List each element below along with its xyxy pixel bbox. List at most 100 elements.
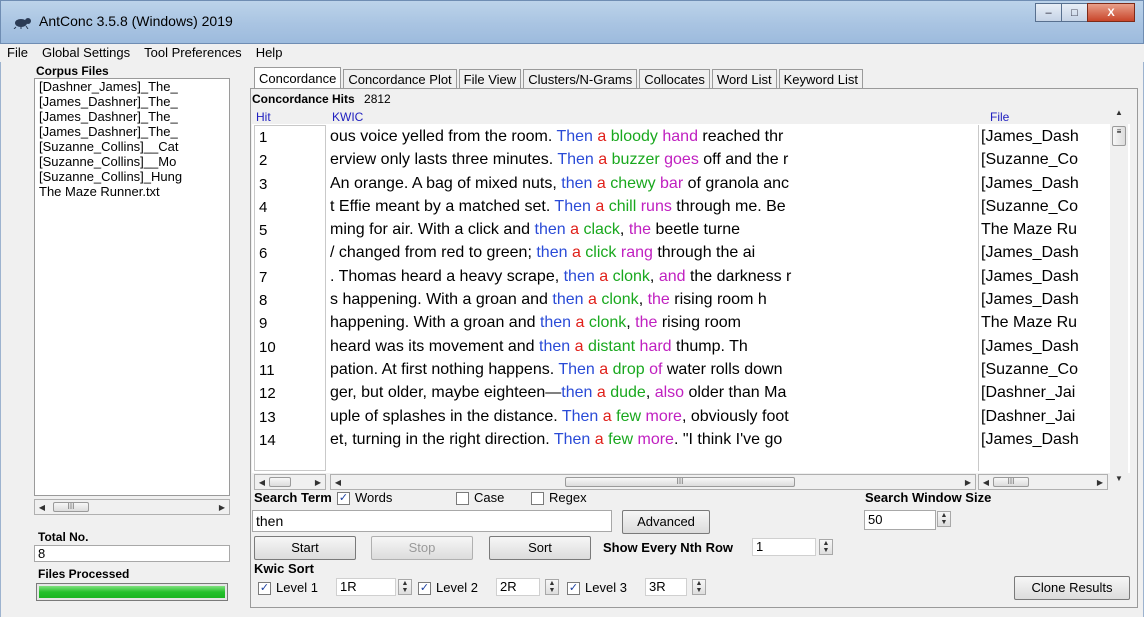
start-button[interactable]: Start — [254, 536, 356, 560]
kwic-line[interactable]: heard was its movement and then a distan… — [330, 335, 976, 358]
kwic-column[interactable]: ous voice yelled from the room. Then a b… — [330, 125, 976, 471]
scroll-left-arrow-icon[interactable]: ◀ — [331, 478, 345, 487]
file-name-cell[interactable]: The Maze Ru — [979, 311, 1108, 334]
column-header-file[interactable]: File — [990, 110, 1009, 124]
file-name-cell[interactable]: [James_Dash — [979, 335, 1108, 358]
file-name-cell[interactable]: [James_Dash — [979, 241, 1108, 264]
scrollbar-thumb[interactable]: III — [565, 477, 795, 487]
corpus-file-item[interactable]: [Dashner_James]_The_ — [35, 79, 229, 94]
file-column-scrollbar[interactable]: ◀ III ▶ — [978, 474, 1108, 490]
sort-button[interactable]: Sort — [489, 536, 591, 560]
hit-number[interactable]: 1 — [255, 126, 325, 149]
kwic-column-scrollbar[interactable]: ◀ III ▶ — [330, 474, 976, 490]
kwic-line[interactable]: . Thomas heard a heavy scrape, then a cl… — [330, 265, 976, 288]
nth-row-input[interactable]: 1 — [752, 538, 816, 556]
level-2-checkbox[interactable]: ✓ — [418, 582, 431, 595]
scroll-right-arrow-icon[interactable]: ▶ — [215, 503, 229, 512]
hit-number[interactable]: 11 — [255, 359, 325, 382]
kwic-line[interactable]: uple of splashes in the distance. Then a… — [330, 405, 976, 428]
file-name-cell[interactable]: [James_Dash — [979, 428, 1108, 451]
window-size-spinner-icon[interactable]: ▲ ▼ — [937, 511, 951, 527]
corpus-file-item[interactable]: [Suzanne_Collins]_Hung — [35, 169, 229, 184]
words-checkbox[interactable]: ✓ — [337, 492, 350, 505]
level-1-value[interactable]: 1R — [336, 578, 396, 596]
scroll-right-arrow-icon[interactable]: ▶ — [1093, 478, 1107, 487]
hit-number[interactable]: 8 — [255, 289, 325, 312]
corpus-file-item[interactable]: [Suzanne_Collins]__Cat — [35, 139, 229, 154]
level-1-checkbox[interactable]: ✓ — [258, 582, 271, 595]
file-name-cell[interactable]: [Dashner_Jai — [979, 405, 1108, 428]
corpus-file-item[interactable]: [James_Dashner]_The_ — [35, 109, 229, 124]
column-header-hit[interactable]: Hit — [256, 110, 271, 124]
file-name-cell[interactable]: [James_Dash — [979, 125, 1108, 148]
scroll-left-arrow-icon[interactable]: ◀ — [35, 503, 49, 512]
scroll-up-arrow-icon[interactable]: ▲ — [1110, 108, 1128, 124]
corpus-file-list[interactable]: [Dashner_James]_The_ [James_Dashner]_The… — [34, 78, 230, 496]
clone-results-button[interactable]: Clone Results — [1014, 576, 1130, 600]
file-name-cell[interactable]: [Suzanne_Co — [979, 195, 1108, 218]
hit-number[interactable]: 14 — [255, 429, 325, 452]
hit-number-column[interactable]: 1 2 3 4 5 6 7 8 9 10 11 12 13 14 — [254, 125, 326, 471]
search-term-input[interactable]: then — [252, 510, 612, 532]
file-name-cell[interactable]: [Dashner_Jai — [979, 381, 1108, 404]
scrollbar-thumb[interactable] — [269, 477, 291, 487]
minimize-button[interactable]: – — [1035, 3, 1062, 22]
corpus-file-item[interactable]: [James_Dashner]_The_ — [35, 124, 229, 139]
tab-word-list[interactable]: Word List — [711, 69, 777, 89]
corpus-file-item[interactable]: The Maze Runner.txt — [35, 184, 229, 199]
file-name-cell[interactable]: [James_Dash — [979, 288, 1108, 311]
stop-button[interactable]: Stop — [371, 536, 473, 560]
kwic-line[interactable]: et, turning in the right direction. Then… — [330, 428, 976, 451]
scrollbar-thumb[interactable]: ≡ — [1112, 126, 1126, 146]
level-3-value[interactable]: 3R — [645, 578, 687, 596]
nth-row-spinner-icon[interactable]: ▲ ▼ — [819, 539, 833, 555]
hit-number[interactable]: 3 — [255, 173, 325, 196]
file-name-cell[interactable]: [Suzanne_Co — [979, 358, 1108, 381]
level-2-value[interactable]: 2R — [496, 578, 540, 596]
case-checkbox[interactable] — [456, 492, 469, 505]
file-column[interactable]: [James_Dash [Suzanne_Co [James_Dash [Suzann… — [978, 125, 1108, 471]
corpus-file-item[interactable]: [James_Dashner]_The_ — [35, 94, 229, 109]
scroll-left-arrow-icon[interactable]: ◀ — [255, 478, 269, 487]
kwic-line[interactable]: ming for air. With a click and then a cl… — [330, 218, 976, 241]
menu-help[interactable]: Help — [249, 44, 290, 62]
level-3-checkbox[interactable]: ✓ — [567, 582, 580, 595]
hit-column-scrollbar[interactable]: ◀ ▶ — [254, 474, 326, 490]
kwic-line[interactable]: ous voice yelled from the room. Then a b… — [330, 125, 976, 148]
tab-file-view[interactable]: File View — [458, 69, 522, 89]
search-window-size-input[interactable]: 50 — [864, 510, 936, 530]
file-name-cell[interactable]: [James_Dash — [979, 172, 1108, 195]
level-2-spinner-icon[interactable]: ▲ ▼ — [545, 579, 559, 595]
scroll-down-arrow-icon[interactable]: ▼ — [1110, 474, 1128, 490]
kwic-line[interactable]: happening. With a groan and then a clonk… — [330, 311, 976, 334]
kwic-line[interactable]: erview only lasts three minutes. Then a … — [330, 148, 976, 171]
hit-number[interactable]: 6 — [255, 242, 325, 265]
kwic-line[interactable]: ger, but older, maybe eighteen—then a du… — [330, 381, 976, 404]
maximize-button[interactable]: □ — [1061, 3, 1088, 22]
hit-number[interactable]: 13 — [255, 406, 325, 429]
close-button[interactable]: X — [1087, 3, 1135, 22]
level-3-spinner-icon[interactable]: ▲ ▼ — [692, 579, 706, 595]
scrollbar-thumb[interactable]: III — [53, 502, 89, 512]
hit-number[interactable]: 4 — [255, 196, 325, 219]
scroll-right-arrow-icon[interactable]: ▶ — [311, 478, 325, 487]
kwic-line[interactable]: s happening. With a groan and then a clo… — [330, 288, 976, 311]
kwic-line[interactable]: / changed from red to green; then a clic… — [330, 241, 976, 264]
menu-global-settings[interactable]: Global Settings — [35, 44, 137, 62]
kwic-line[interactable]: pation. At first nothing happens. Then a… — [330, 358, 976, 381]
tab-concordance[interactable]: Concordance — [254, 67, 342, 89]
corpus-file-item[interactable]: [Suzanne_Collins]__Mo — [35, 154, 229, 169]
tab-concordance-plot[interactable]: Concordance Plot — [343, 69, 457, 89]
hit-number[interactable]: 12 — [255, 382, 325, 405]
regex-checkbox[interactable] — [531, 492, 544, 505]
hit-number[interactable]: 5 — [255, 219, 325, 242]
scrollbar-thumb[interactable]: III — [993, 477, 1029, 487]
hit-number[interactable]: 2 — [255, 149, 325, 172]
hit-number[interactable]: 10 — [255, 336, 325, 359]
scroll-right-arrow-icon[interactable]: ▶ — [961, 478, 975, 487]
file-name-cell[interactable]: The Maze Ru — [979, 218, 1108, 241]
results-vertical-scrollbar[interactable]: ▲ ≡ ▼ — [1110, 108, 1128, 494]
hit-number[interactable]: 9 — [255, 312, 325, 335]
file-name-cell[interactable]: [James_Dash — [979, 265, 1108, 288]
file-name-cell[interactable]: [Suzanne_Co — [979, 148, 1108, 171]
